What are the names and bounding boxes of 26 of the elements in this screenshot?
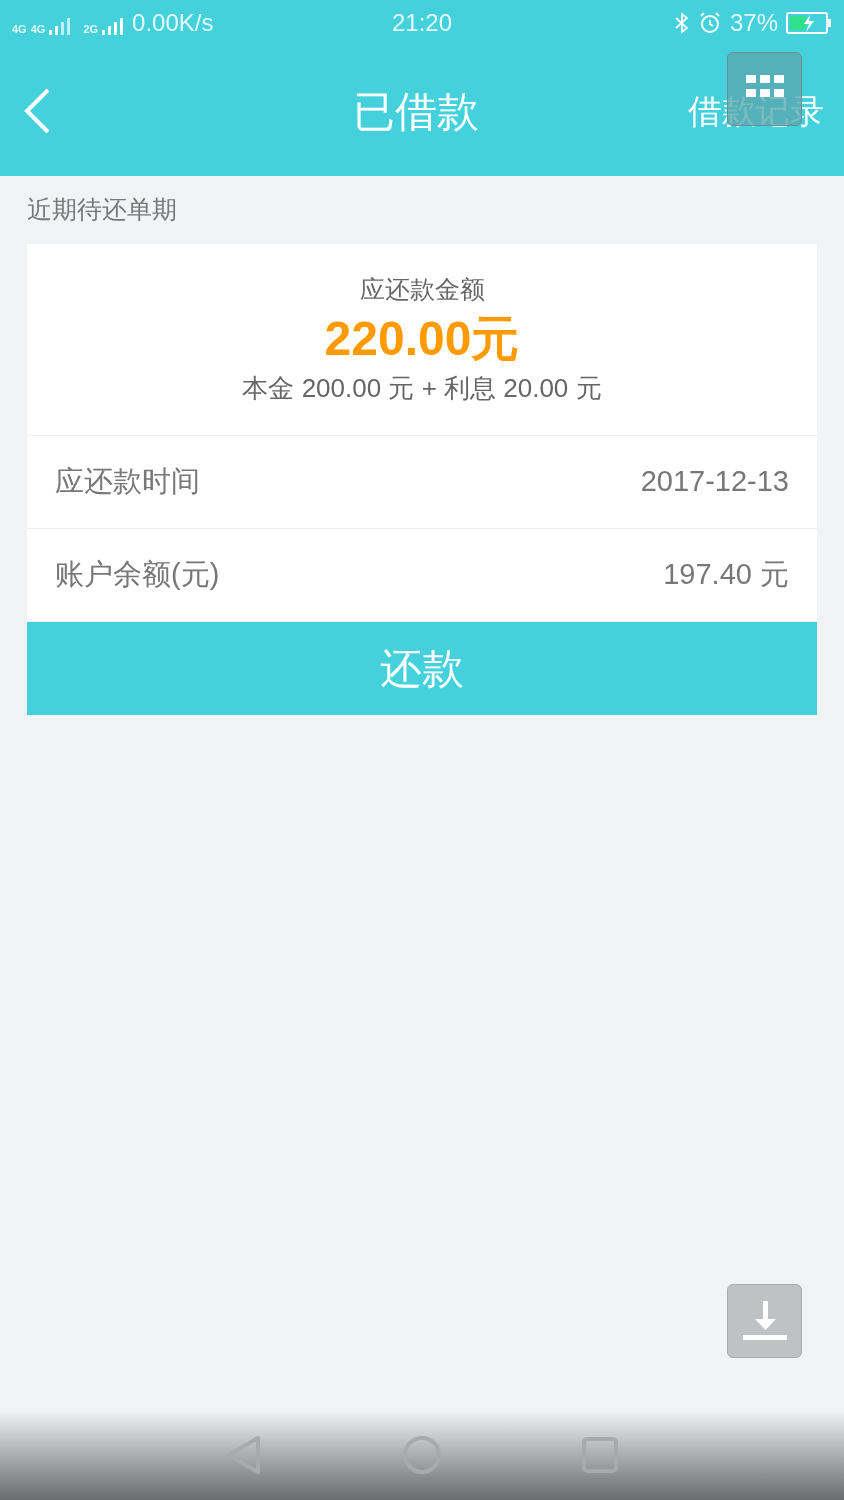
bluetooth-icon — [673, 12, 690, 34]
download-icon — [742, 1301, 787, 1341]
battery-charging-icon — [786, 12, 832, 34]
repay-button[interactable]: 还款 — [27, 622, 817, 715]
page-title: 已借款 — [353, 86, 479, 137]
row-value: 2017-12-13 — [640, 464, 789, 500]
signal-icon — [102, 17, 125, 35]
row-label: 账户余额(元) — [55, 557, 220, 593]
row-value: 197.40 元 — [663, 557, 789, 593]
battery-percent: 37% — [729, 8, 778, 38]
back-nav-icon[interactable] — [226, 1435, 262, 1475]
amount-label: 应还款金额 — [359, 274, 485, 306]
amount-breakdown: 本金 200.00 元 + 利息 20.00 元 — [242, 371, 602, 405]
network-label: 4G — [30, 24, 46, 35]
section-label: 近期待还单期 — [27, 194, 177, 226]
home-nav-icon[interactable] — [402, 1435, 442, 1475]
back-icon — [24, 88, 50, 134]
network-label: 4G — [12, 24, 27, 35]
clock: 21:20 — [391, 8, 453, 38]
row-label: 应还款时间 — [55, 464, 200, 500]
network-label: 2G — [83, 24, 99, 35]
signal-icon — [49, 17, 72, 35]
recents-nav-icon[interactable] — [582, 1437, 618, 1473]
amount-due: 220.00元 — [324, 310, 520, 367]
network-speed: 0.00K/s — [132, 11, 214, 35]
download-button[interactable] — [727, 1284, 802, 1358]
